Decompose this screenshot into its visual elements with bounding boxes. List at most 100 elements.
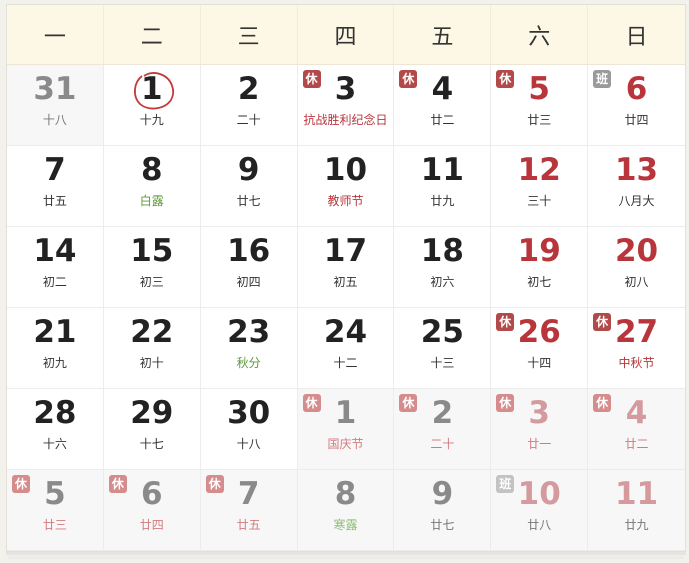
- day-number: 8: [334, 476, 357, 512]
- day-number: 1: [334, 395, 357, 431]
- day-cell[interactable]: 休 6 廿四: [103, 470, 201, 551]
- day-cell[interactable]: 24 十二: [297, 308, 395, 389]
- day-cell[interactable]: 1 十九: [103, 65, 201, 146]
- day-cell[interactable]: 休 5 廿三: [7, 470, 104, 551]
- day-cell[interactable]: 16 初四: [200, 227, 298, 308]
- lunar-date-label: 白露: [139, 194, 164, 208]
- day-number: 20: [614, 233, 659, 269]
- lunar-date-label: 十八: [236, 437, 261, 451]
- day-cell[interactable]: 休 3 抗战胜利纪念日: [297, 65, 395, 146]
- day-cell[interactable]: 15 初三: [103, 227, 201, 308]
- weekday-label: 一: [7, 5, 104, 64]
- weekday-label: 日: [625, 24, 648, 50]
- day-grid: 31 十八 1 十九 2 二十休 3 抗战胜利纪念日休 4 廿二休 5 廿三班 6 廿四 7 廿五 8 白露 9 廿七…: [7, 65, 685, 551]
- day-cell[interactable]: 12 三十: [491, 146, 589, 227]
- day-number: 27: [614, 314, 659, 350]
- day-cell[interactable]: 9 廿七: [200, 146, 298, 227]
- day-number: 23: [227, 314, 271, 350]
- lunar-date-label: 二十: [430, 437, 455, 451]
- day-cell[interactable]: 30 十八: [200, 389, 298, 470]
- day-cell[interactable]: 20 初八: [588, 227, 685, 308]
- day-cell[interactable]: 11 廿九: [588, 470, 685, 551]
- lunar-date-label: 十二: [333, 356, 358, 370]
- day-cell[interactable]: 7 廿五: [7, 146, 104, 227]
- day-number: 13: [614, 152, 659, 188]
- day-number: 25: [420, 314, 464, 350]
- day-number: 21: [33, 314, 77, 350]
- day-cell[interactable]: 28 十六: [7, 389, 104, 470]
- day-cell[interactable]: 休 26 十四: [491, 308, 589, 389]
- day-number: 11: [614, 476, 659, 512]
- day-number: 18: [420, 233, 464, 269]
- lunar-date-label: 廿三: [42, 518, 67, 532]
- lunar-date-label: 初十: [139, 356, 164, 370]
- lunar-date-label: 廿四: [624, 113, 649, 127]
- day-cell[interactable]: 休 1 国庆节: [297, 389, 395, 470]
- day-cell[interactable]: 休 4 廿二: [588, 389, 685, 470]
- day-number: 31: [33, 71, 77, 107]
- calendar: 一 二 三 四 五 六 日 31 十八 1 十九 2 二十休 3 抗战胜利纪念日休 4 廿二休 5 廿…: [6, 4, 686, 552]
- weekday-header: 一 二 三 四 五 六 日: [7, 5, 685, 65]
- lunar-date-label: 抗战胜利纪念日: [303, 113, 388, 127]
- day-cell[interactable]: 8 寒露: [297, 470, 395, 551]
- day-number: 5: [528, 71, 550, 107]
- day-cell[interactable]: 休 27 中秋节: [588, 308, 685, 389]
- lunar-date-label: 秋分: [236, 356, 261, 370]
- day-number: 5: [44, 476, 66, 512]
- lunar-date-label: 廿一: [527, 437, 552, 451]
- day-cell[interactable]: 17 初五: [297, 227, 395, 308]
- lunar-date-label: 十八: [42, 113, 67, 127]
- day-cell[interactable]: 23 秋分: [200, 308, 298, 389]
- day-number: 16: [227, 233, 271, 269]
- day-cell[interactable]: 休 7 廿五: [200, 470, 298, 551]
- lunar-date-label: 十七: [139, 437, 164, 451]
- day-cell[interactable]: 班 6 廿四: [588, 65, 685, 146]
- day-cell[interactable]: 休 2 二十: [394, 389, 492, 470]
- day-cell[interactable]: 9 廿七: [394, 470, 492, 551]
- day-number: 14: [33, 233, 77, 269]
- day-cell[interactable]: 8 白露: [103, 146, 201, 227]
- lunar-date-label: 廿五: [42, 194, 67, 208]
- lunar-date-label: 国庆节: [327, 437, 364, 451]
- day-number: 1: [140, 71, 163, 107]
- day-cell[interactable]: 10 教师节: [297, 146, 395, 227]
- weekday-label: 四: [298, 5, 395, 64]
- lunar-date-label: 初六: [430, 275, 455, 289]
- day-cell[interactable]: 休 4 廿二: [394, 65, 492, 146]
- lunar-date-label: 寒露: [333, 518, 358, 532]
- day-number: 2: [431, 395, 454, 431]
- day-number: 22: [130, 314, 174, 350]
- weekday-label: 五: [394, 5, 492, 64]
- day-cell[interactable]: 班 10 廿八: [491, 470, 589, 551]
- lunar-date-label: 廿三: [527, 113, 552, 127]
- day-cell[interactable]: 18 初六: [394, 227, 492, 308]
- day-number: 12: [517, 152, 561, 188]
- day-number: 2: [237, 71, 260, 107]
- day-cell[interactable]: 休 5 廿三: [491, 65, 589, 146]
- day-number: 3: [334, 71, 357, 107]
- day-number: 4: [625, 395, 648, 431]
- lunar-date-label: 廿九: [624, 518, 649, 532]
- day-cell[interactable]: 19 初七: [491, 227, 589, 308]
- day-cell[interactable]: 11 廿九: [394, 146, 492, 227]
- lunar-date-label: 初二: [42, 275, 67, 289]
- day-cell[interactable]: 13 八月大: [588, 146, 685, 227]
- day-number: 10: [517, 476, 561, 512]
- day-cell[interactable]: 31 十八: [7, 65, 104, 146]
- day-cell[interactable]: 21 初九: [7, 308, 104, 389]
- day-number: 19: [517, 233, 561, 269]
- day-cell[interactable]: 22 初十: [103, 308, 201, 389]
- day-cell[interactable]: 29 十七: [103, 389, 201, 470]
- weekday-label: 二: [104, 5, 201, 64]
- day-number: 9: [431, 476, 454, 512]
- lunar-date-label: 十九: [139, 113, 164, 127]
- day-number: 17: [323, 233, 368, 269]
- day-cell[interactable]: 14 初二: [7, 227, 104, 308]
- day-cell[interactable]: 休 3 廿一: [491, 389, 589, 470]
- day-number: 30: [227, 395, 271, 431]
- lunar-date-label: 中秋节: [618, 356, 655, 370]
- day-cell[interactable]: 2 二十: [200, 65, 298, 146]
- day-cell[interactable]: 25 十三: [394, 308, 492, 389]
- lunar-date-label: 八月大: [618, 194, 655, 208]
- lunar-date-label: 廿八: [527, 518, 552, 532]
